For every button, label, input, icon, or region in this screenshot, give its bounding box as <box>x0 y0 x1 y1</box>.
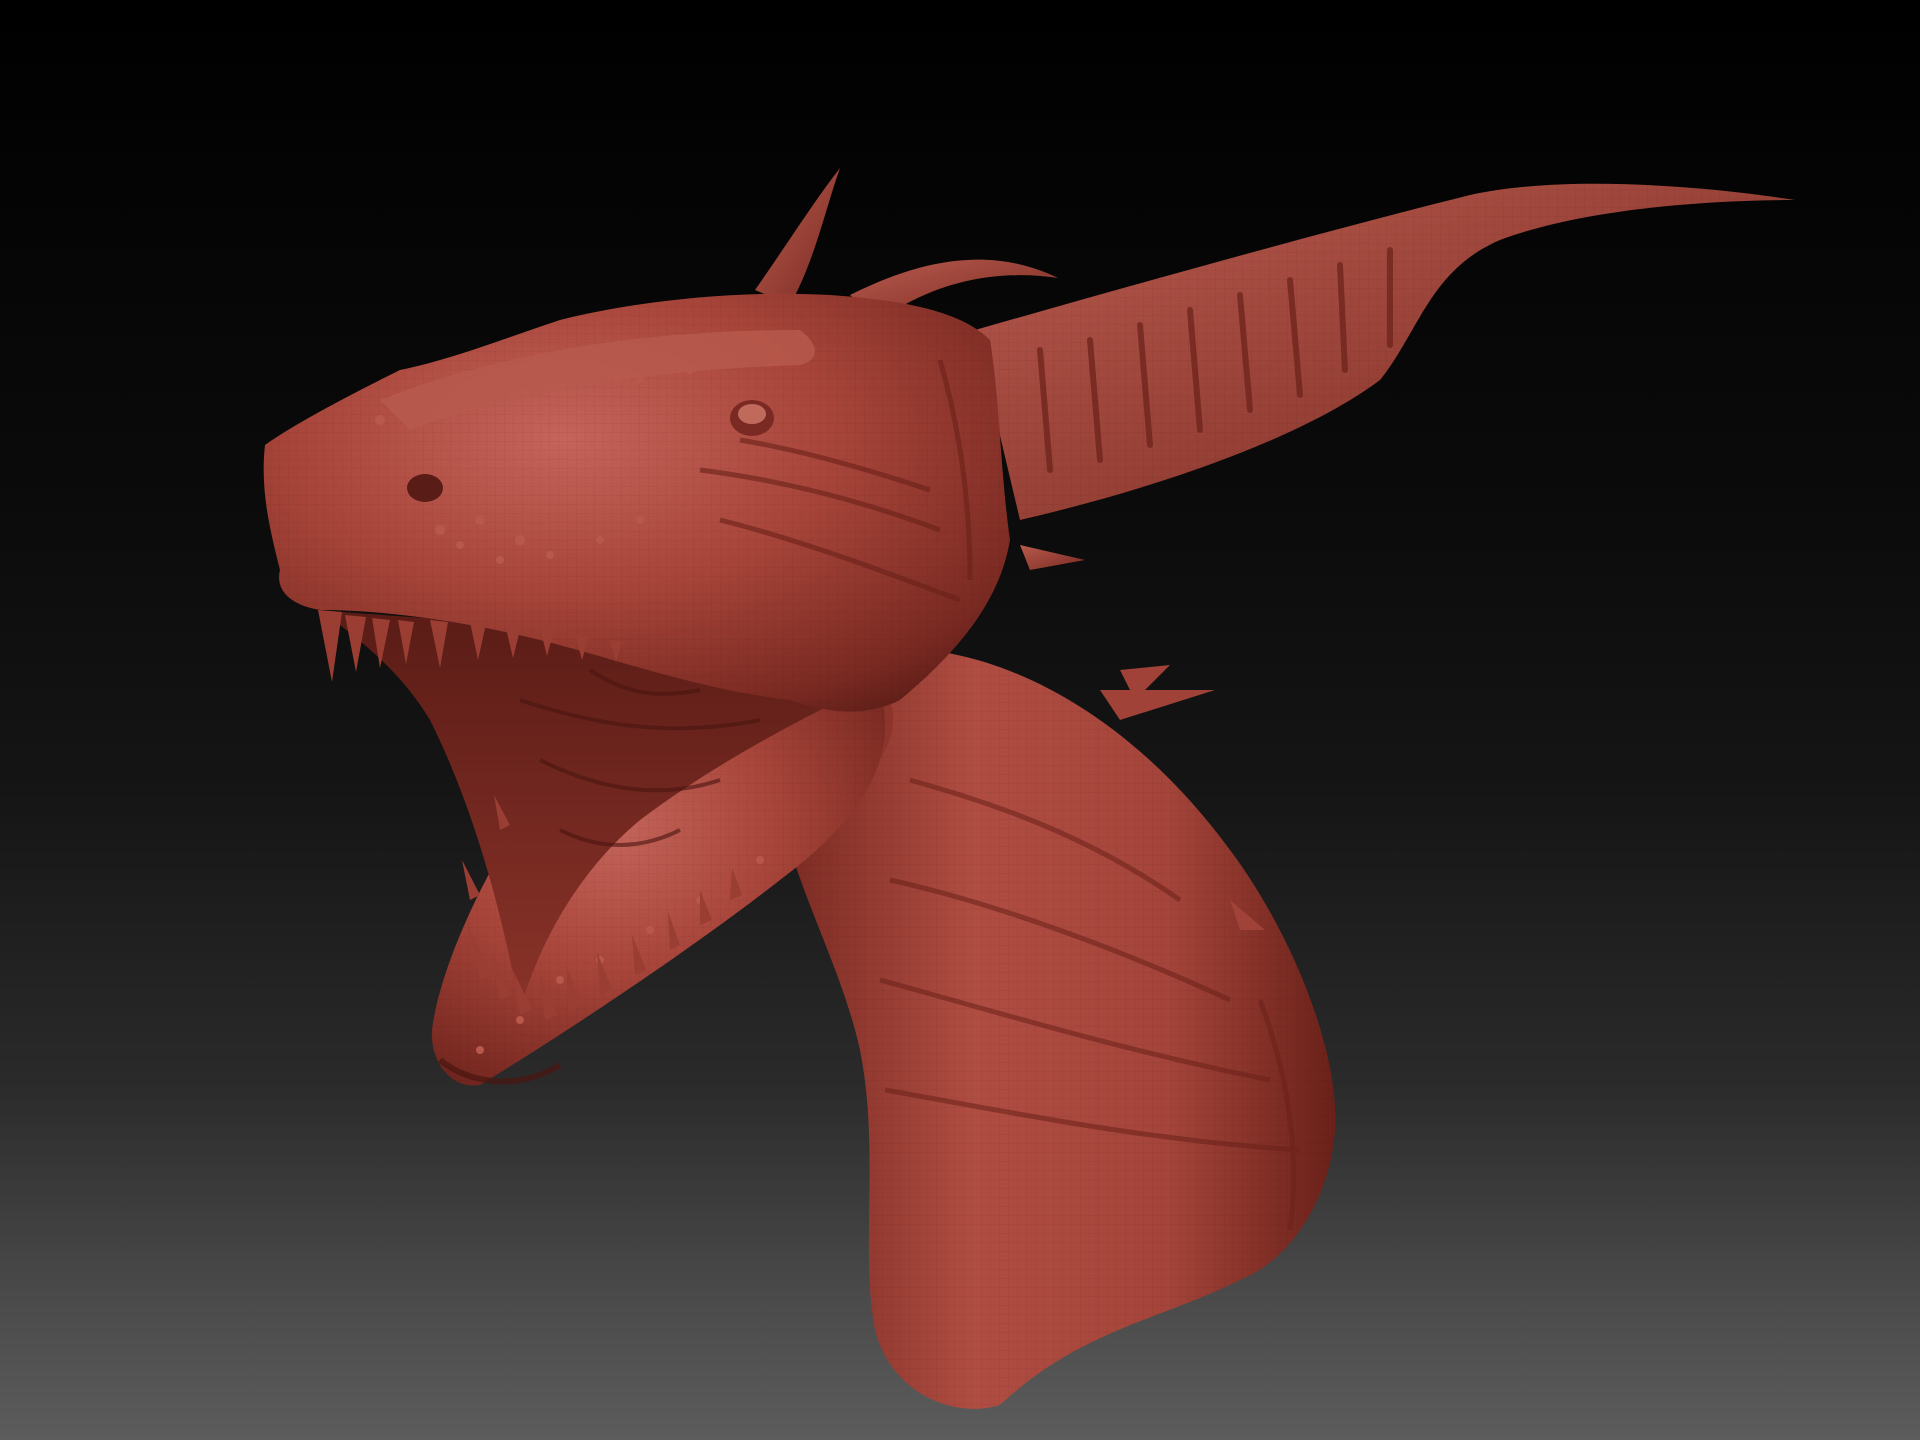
dragon-eye-lid <box>738 404 766 424</box>
dragon-head-sculpt[interactable] <box>0 0 1920 1440</box>
dragon-nostril <box>407 474 443 502</box>
sculpt-viewport[interactable] <box>0 0 1920 1440</box>
back-horn-mesh <box>975 183 1795 521</box>
